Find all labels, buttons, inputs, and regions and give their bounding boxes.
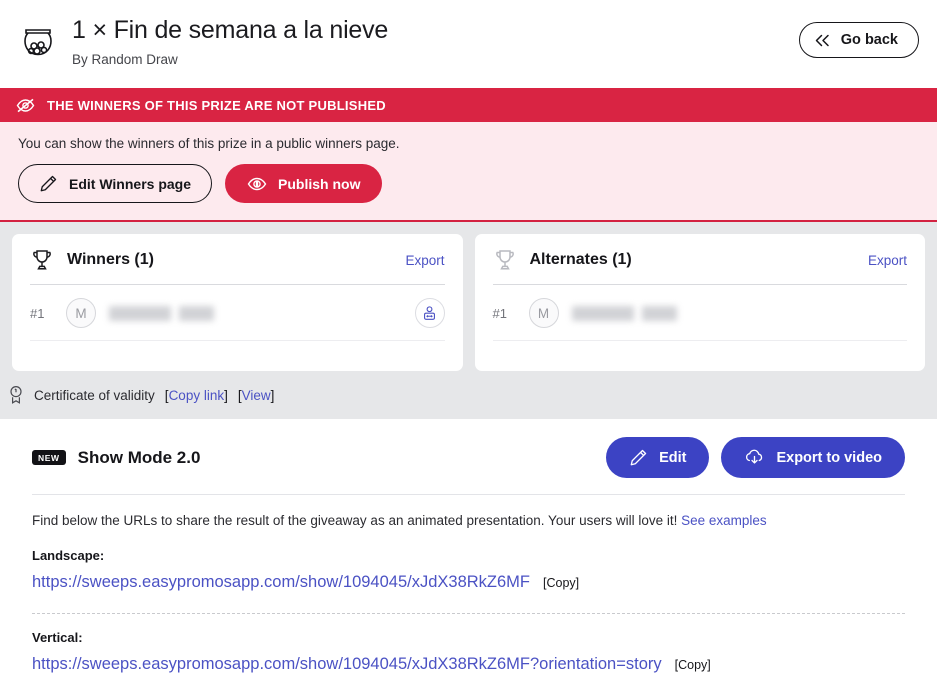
winner-rank: #1	[30, 305, 45, 321]
page-subtitle: By Random Draw	[72, 51, 178, 67]
winners-card: Winners (1) Export #1 M	[12, 234, 463, 371]
eye-icon	[247, 177, 267, 191]
swap-person-icon[interactable]	[414, 298, 445, 328]
header-left: 1 × Fin de semana a la nieve By Random D…	[18, 14, 799, 67]
show-mode-edit-button[interactable]: Edit	[606, 437, 710, 478]
show-mode-header: NEW Show Mode 2.0 Edit Export to video	[32, 437, 905, 494]
award-medal-icon	[8, 385, 24, 405]
not-published-alert: THE WINNERS OF THIS PRIZE ARE NOT PUBLIS…	[0, 88, 937, 222]
publish-now-label: Publish now	[278, 175, 361, 192]
copy-label[interactable]: Copy	[678, 658, 707, 672]
go-back-button[interactable]: Go back	[798, 22, 919, 58]
certificate-copy-link[interactable]: [Copy link]	[165, 388, 228, 403]
show-mode-description: Find below the URLs to share the result …	[32, 513, 905, 528]
alternates-export-link[interactable]: Export	[868, 253, 907, 268]
pencil-icon	[39, 174, 58, 193]
certificate-label: Certificate of validity	[34, 387, 155, 403]
vertical-url-row: https://sweeps.easypromosapp.com/show/10…	[32, 655, 905, 674]
eye-slash-icon	[16, 98, 35, 113]
landscape-copy-link[interactable]: [Copy]	[543, 576, 579, 590]
alternate-name-redacted	[571, 305, 677, 321]
table-row: #1 M	[30, 285, 445, 341]
certificate-strip: Certificate of validity [Copy link] [Vie…	[0, 371, 937, 419]
landscape-label: Landscape:	[32, 548, 105, 563]
alert-header: THE WINNERS OF THIS PRIZE ARE NOT PUBLIS…	[0, 88, 937, 122]
vertical-label: Vertical:	[32, 630, 83, 645]
edit-winners-page-button[interactable]: Edit Winners page	[18, 164, 213, 203]
new-badge: NEW	[32, 449, 66, 466]
close-bracket: ]	[707, 658, 711, 672]
vertical-copy-link[interactable]: [Copy]	[675, 658, 711, 672]
export-to-video-label: Export to video	[776, 449, 882, 466]
trophy-icon	[493, 248, 517, 272]
page-header: 1 × Fin de semana a la nieve By Random D…	[0, 0, 937, 88]
see-examples-link[interactable]: See examples	[681, 513, 767, 528]
winners-card-title: Winners (1)	[67, 251, 154, 268]
close-bracket: ]	[224, 387, 228, 403]
table-row: #1 M	[492, 285, 907, 341]
winners-card-header: Winners (1) Export	[30, 248, 445, 285]
avatar: M	[66, 298, 96, 328]
show-mode-title: Show Mode 2.0	[77, 447, 201, 467]
page-title: 1 × Fin de semana a la nieve	[72, 16, 389, 44]
winners-export-link[interactable]: Export	[405, 253, 444, 268]
alert-buttons: Edit Winners page Publish now	[18, 164, 919, 203]
section-divider	[32, 613, 905, 614]
alert-body: You can show the winners of this prize i…	[0, 122, 937, 220]
vertical-url[interactable]: https://sweeps.easypromosapp.com/show/10…	[32, 655, 662, 674]
certificate-view-link[interactable]: [View]	[238, 388, 275, 403]
title-block: 1 × Fin de semana a la nieve By Random D…	[72, 14, 388, 67]
view-label[interactable]: View	[242, 388, 271, 403]
alternates-card: Alternates (1) Export #1 M	[474, 234, 925, 371]
cloud-download-icon	[744, 449, 765, 467]
avatar: M	[528, 298, 559, 328]
winner-name-redacted	[109, 305, 214, 321]
export-to-video-button[interactable]: Export to video	[721, 437, 905, 478]
copy-link-label[interactable]: Copy link	[169, 388, 225, 403]
go-back-label: Go back	[840, 32, 898, 48]
double-chevron-left-icon	[814, 34, 831, 47]
landscape-url-row: https://sweeps.easypromosapp.com/show/10…	[32, 573, 905, 592]
alternates-card-header: Alternates (1) Export	[492, 248, 907, 285]
copy-label[interactable]: Copy	[546, 576, 575, 590]
show-mode-body: Find below the URLs to share the result …	[32, 494, 905, 674]
show-mode-edit-label: Edit	[659, 449, 687, 466]
page-root: 1 × Fin de semana a la nieve By Random D…	[0, 0, 937, 682]
edit-winners-page-label: Edit Winners page	[69, 175, 192, 192]
show-mode-card: NEW Show Mode 2.0 Edit Export to video F…	[0, 419, 937, 682]
show-mode-description-text: Find below the URLs to share the result …	[32, 513, 678, 528]
alert-heading: THE WINNERS OF THIS PRIZE ARE NOT PUBLIS…	[47, 97, 386, 113]
landscape-url[interactable]: https://sweeps.easypromosapp.com/show/10…	[32, 573, 530, 592]
alert-body-text: You can show the winners of this prize i…	[18, 136, 400, 151]
alternate-rank: #1	[492, 305, 507, 321]
alternates-card-title: Alternates (1)	[529, 251, 632, 268]
publish-now-button[interactable]: Publish now	[225, 164, 383, 203]
raffle-bowl-icon	[18, 23, 58, 63]
results-cards-row: Winners (1) Export #1 M Alternates (1) E…	[0, 222, 937, 371]
close-bracket: ]	[270, 387, 275, 403]
pencil-icon	[629, 448, 648, 467]
show-mode-actions: Edit Export to video	[606, 437, 905, 478]
trophy-icon	[30, 248, 54, 272]
close-bracket: ]	[575, 576, 580, 590]
